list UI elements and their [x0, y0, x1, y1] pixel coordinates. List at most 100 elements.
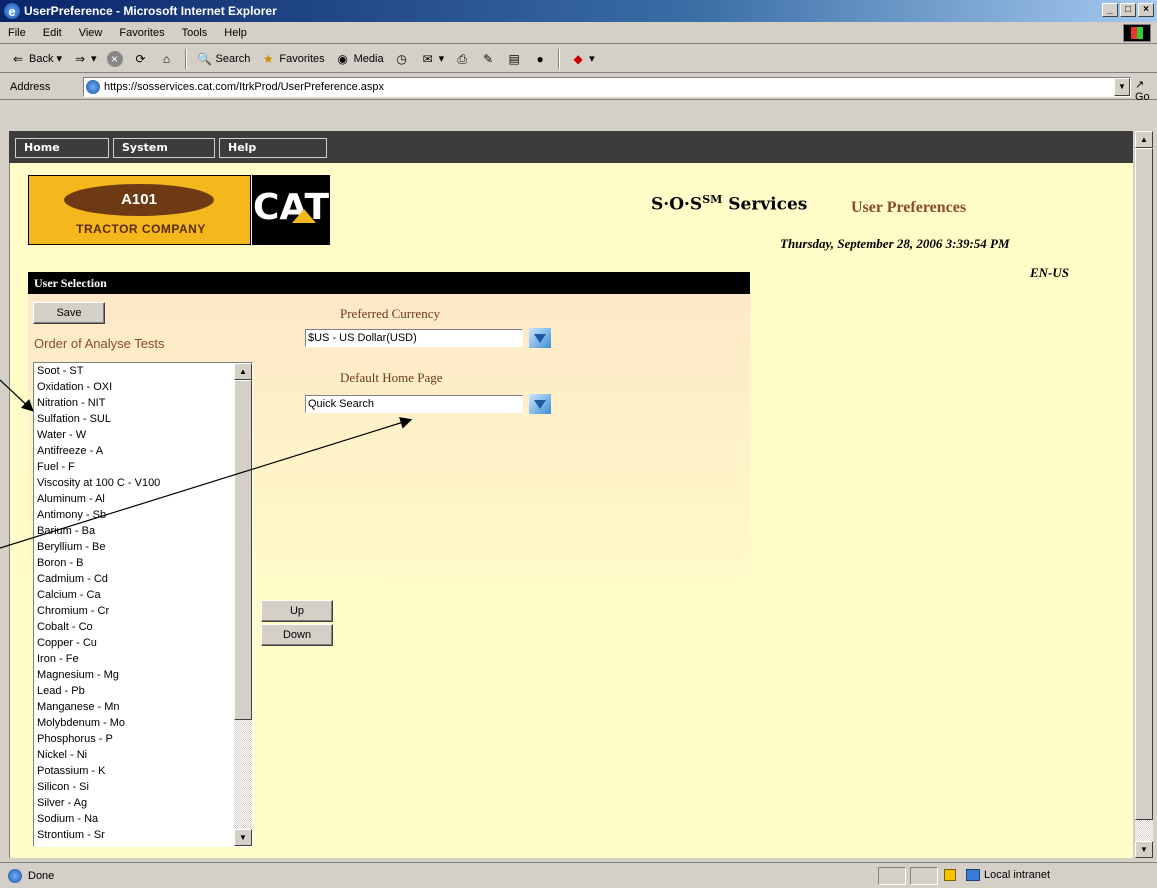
- scroll-thumb[interactable]: [234, 380, 252, 720]
- home-button[interactable]: ⌂: [159, 51, 175, 67]
- address-label: Address: [10, 80, 51, 93]
- forward-arrow-icon: ⇒: [74, 51, 86, 66]
- list-item[interactable]: Aluminum - Al: [34, 491, 252, 507]
- locale-label: EN-US: [1030, 265, 1070, 280]
- default-home-page-select[interactable]: Quick Search: [305, 395, 523, 413]
- save-button[interactable]: Save: [33, 302, 105, 324]
- list-item[interactable]: Oxidation - OXI: [34, 379, 252, 395]
- chevron-down-icon[interactable]: ▾: [56, 52, 62, 65]
- list-item[interactable]: Beryllium - Be: [34, 539, 252, 555]
- page-scrollbar[interactable]: ▲ ▼: [1135, 131, 1153, 858]
- list-item[interactable]: Calcium - Ca: [34, 587, 252, 603]
- analyse-tests-listbox[interactable]: Soot - ST Oxidation - OXI Nitration - NIT S…: [33, 362, 253, 847]
- back-button[interactable]: ⇐ Back ▾: [10, 51, 62, 67]
- home-page-dropdown-icon[interactable]: [529, 394, 551, 414]
- list-item[interactable]: Nickel - Ni: [34, 747, 252, 763]
- search-icon: 🔍: [197, 51, 212, 66]
- print-icon: ⎙: [457, 51, 467, 66]
- list-item[interactable]: Phosphorus - P: [34, 731, 252, 747]
- page-scroll-thumb[interactable]: [1135, 148, 1153, 820]
- close-button[interactable]: ×: [1138, 3, 1154, 17]
- move-up-button[interactable]: Up: [261, 600, 333, 622]
- list-item[interactable]: Antifreeze - A: [34, 443, 252, 459]
- scroll-up-icon[interactable]: ▲: [1135, 131, 1153, 148]
- list-item[interactable]: Copper - Cu: [34, 635, 252, 651]
- forward-button[interactable]: ⇒ ▾: [72, 51, 97, 67]
- go-button[interactable]: ↗ Go: [1135, 78, 1157, 103]
- edit-button[interactable]: ✎: [480, 51, 496, 67]
- discuss-button[interactable]: ▤: [506, 51, 522, 67]
- edit-icon: ✎: [483, 51, 494, 66]
- list-item[interactable]: Boron - B: [34, 555, 252, 571]
- menu-tools[interactable]: Tools: [182, 27, 208, 39]
- list-item[interactable]: Barium - Ba: [34, 523, 252, 539]
- scroll-down-icon[interactable]: ▼: [234, 829, 252, 846]
- menu-edit[interactable]: Edit: [43, 27, 62, 39]
- list-item[interactable]: Water - W: [34, 427, 252, 443]
- list-item[interactable]: Cobalt - Co: [34, 619, 252, 635]
- list-item[interactable]: Silver - Ag: [34, 795, 252, 811]
- service-name: S·O·SSM Services: [651, 193, 807, 215]
- list-item[interactable]: Lead - Pb: [34, 683, 252, 699]
- refresh-button[interactable]: ⟳: [133, 51, 149, 67]
- move-down-button[interactable]: Down: [261, 624, 333, 646]
- pdf-button[interactable]: ◆ ▾: [570, 51, 595, 67]
- address-input[interactable]: https://sosservices.cat.com/ItrkProd/Use…: [83, 77, 1131, 97]
- list-item[interactable]: Manganese - Mn: [34, 699, 252, 715]
- status-panel: [878, 867, 906, 885]
- list-item[interactable]: Potassium - K: [34, 763, 252, 779]
- search-button[interactable]: 🔍 Search: [197, 51, 250, 67]
- chevron-down-icon[interactable]: ▾: [91, 52, 97, 65]
- mail-button[interactable]: ✉ ▾: [420, 51, 445, 67]
- minimize-button[interactable]: _: [1102, 3, 1118, 17]
- window-title-bar[interactable]: e UserPreference - Microsoft Internet Ex…: [0, 0, 1157, 22]
- list-item[interactable]: Molybdenum - Mo: [34, 715, 252, 731]
- chevron-down-icon[interactable]: ▾: [439, 52, 445, 65]
- stop-button[interactable]: ×: [106, 50, 123, 67]
- service-mark: SM: [702, 193, 723, 206]
- page-icon: [8, 868, 22, 883]
- dealer-logo: A101 TRACTOR COMPANY: [28, 175, 251, 245]
- preferred-currency-select[interactable]: $US - US Dollar(USD): [305, 329, 523, 347]
- listbox-scrollbar[interactable]: ▲ ▼: [234, 363, 252, 846]
- default-home-page-label: Default Home Page: [340, 370, 443, 385]
- list-item[interactable]: Strontium - Sr: [34, 827, 252, 843]
- menu-favorites[interactable]: Favorites: [119, 27, 164, 39]
- scroll-down-icon[interactable]: ▼: [1135, 841, 1153, 858]
- list-item[interactable]: Cadmium - Cd: [34, 571, 252, 587]
- nav-home[interactable]: Home: [15, 138, 109, 158]
- list-item[interactable]: Silicon - Si: [34, 779, 252, 795]
- print-button[interactable]: ⎙: [454, 51, 470, 67]
- zone-label: Local intranet: [984, 869, 1051, 881]
- menu-view[interactable]: View: [79, 27, 103, 39]
- back-label: Back: [29, 52, 54, 65]
- list-item[interactable]: Fuel - F: [34, 459, 252, 475]
- list-item[interactable]: Sodium - Na: [34, 811, 252, 827]
- chevron-down-icon[interactable]: ▾: [589, 52, 595, 65]
- address-dropdown-button[interactable]: ▼: [1114, 78, 1130, 96]
- list-item[interactable]: Nitration - NIT: [34, 395, 252, 411]
- toolbar-separator: [558, 48, 561, 69]
- list-item[interactable]: Soot - ST: [34, 363, 252, 379]
- currency-dropdown-icon[interactable]: [529, 328, 551, 348]
- maximize-button[interactable]: □: [1120, 3, 1136, 17]
- list-item[interactable]: Chromium - Cr: [34, 603, 252, 619]
- messenger-button[interactable]: ●: [532, 51, 548, 67]
- list-item[interactable]: Sulfation - SUL: [34, 411, 252, 427]
- address-bar: Address https://sosservices.cat.com/Itrk…: [0, 74, 1157, 103]
- list-item[interactable]: Iron - Fe: [34, 651, 252, 667]
- list-item[interactable]: Antimony - Sb: [34, 507, 252, 523]
- history-button[interactable]: ◷: [394, 51, 410, 67]
- list-item[interactable]: Magnesium - Mg: [34, 667, 252, 683]
- menu-file[interactable]: File: [8, 27, 26, 39]
- favorites-button[interactable]: ★ Favorites: [260, 51, 325, 67]
- mail-icon: ✉: [422, 51, 433, 66]
- home-icon: ⌂: [162, 51, 171, 66]
- nav-system[interactable]: System: [113, 138, 215, 158]
- menu-bar: File Edit View Favorites Tools Help: [0, 22, 1157, 44]
- menu-help[interactable]: Help: [224, 27, 247, 39]
- scroll-up-icon[interactable]: ▲: [234, 363, 252, 380]
- media-button[interactable]: ◉ Media: [335, 51, 383, 67]
- nav-help[interactable]: Help: [219, 138, 327, 158]
- list-item[interactable]: Viscosity at 100 C - V100: [34, 475, 252, 491]
